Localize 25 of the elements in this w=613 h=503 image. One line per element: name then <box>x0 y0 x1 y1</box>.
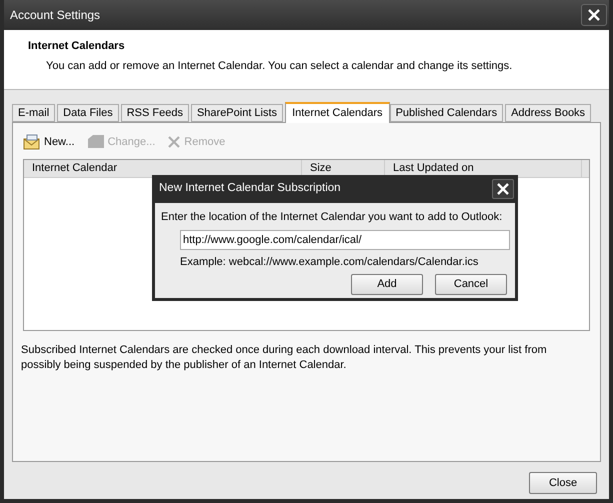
close-button[interactable] <box>492 179 514 199</box>
url-field[interactable]: http://www.google.com/calendar/ical/ <box>180 230 510 250</box>
envelope-icon <box>23 134 41 150</box>
dialog-title: New Internet Calendar Subscription <box>159 181 341 196</box>
tab[interactable]: E-mail <box>12 104 56 122</box>
tab[interactable]: RSS Feeds <box>120 104 189 122</box>
tab[interactable]: Published Calendars <box>390 104 504 122</box>
tab[interactable]: Internet Calendars <box>285 102 390 123</box>
tab[interactable]: Data Files <box>57 104 119 122</box>
section-title: Internet Calendars <box>28 39 126 54</box>
dialog-button[interactable]: Add <box>351 274 423 295</box>
close-button[interactable] <box>581 4 607 26</box>
close-icon <box>167 135 182 149</box>
tab[interactable]: SharePoint Lists <box>190 104 284 122</box>
window-title: Account Settings <box>10 7 100 24</box>
dialog-prompt: Enter the location of the Internet Calendar you want to add to Outlook: <box>161 210 504 225</box>
dialog-button[interactable]: Cancel <box>435 274 507 295</box>
close-icon <box>587 8 601 22</box>
section-description: You can add or remove an Internet Calendar. You can select a calendar and change its settings. <box>45 58 514 74</box>
example-text: Example: webcal://www.example.com/calendars/Calendar.ics <box>180 254 480 270</box>
close-icon <box>496 182 510 196</box>
tab[interactable]: Address Books <box>505 104 592 122</box>
close-button[interactable]: Close <box>529 472 597 494</box>
info-note: Subscribed Internet Calendars are checked once during each download interval. This prevents your list from possibly being suspended by the publisher of an Internet Calendar. <box>21 343 548 373</box>
toolbar-button[interactable]: New... <box>23 134 75 150</box>
